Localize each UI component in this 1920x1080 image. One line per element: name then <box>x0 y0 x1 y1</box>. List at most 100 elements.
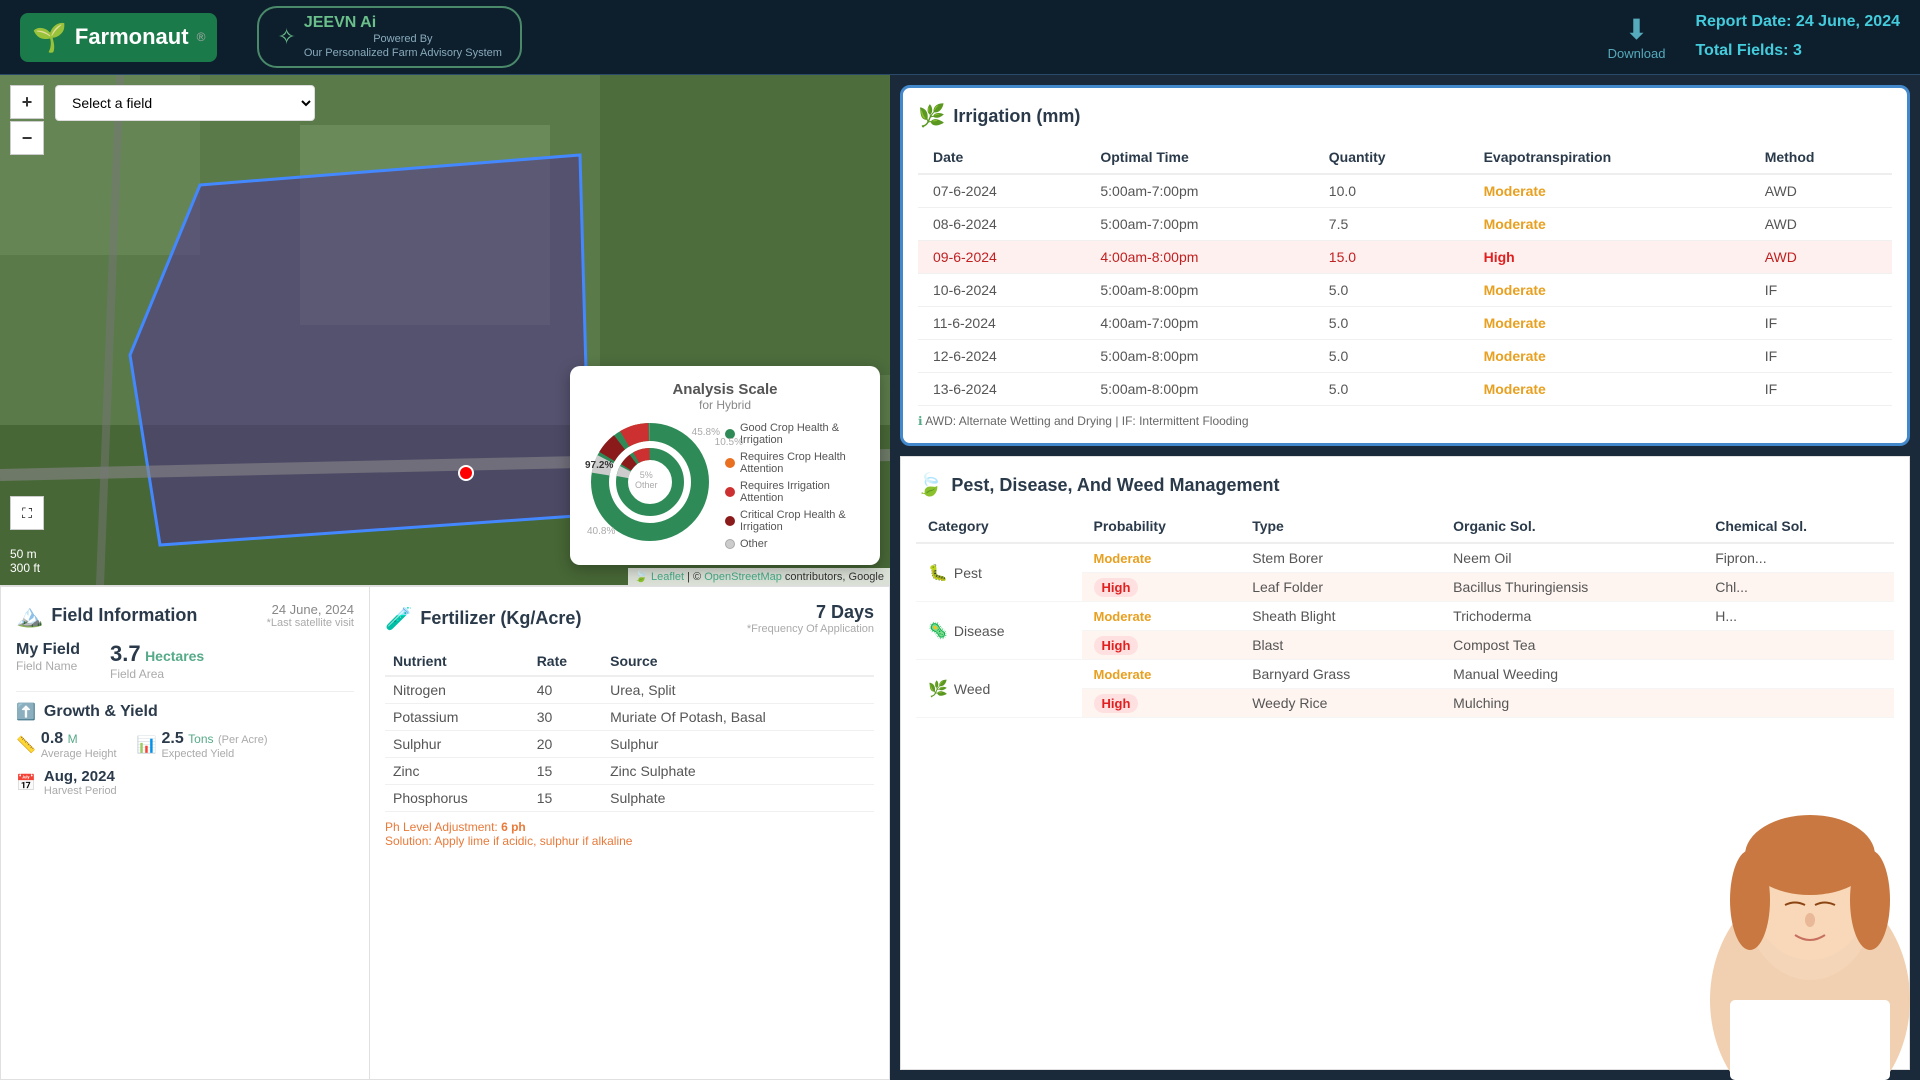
fertilizer-row: Nitrogen 40 Urea, Split <box>385 676 874 704</box>
logo-letter: 🌱 <box>32 21 67 54</box>
pest-organic: Bacillus Thuringiensis <box>1441 573 1703 602</box>
avatar-svg <box>1700 800 1920 1080</box>
map-zoom-controls: + − <box>10 85 44 155</box>
legend-item-0: Good Crop Health & Irrigation <box>725 422 865 446</box>
irrigation-title: Irrigation (mm) <box>953 106 1080 127</box>
leaflet-link[interactable]: Leaflet <box>651 571 684 583</box>
field-name-label: Field Name <box>16 659 80 673</box>
irrig-qty: 5.0 <box>1314 340 1469 373</box>
fertilizer-header-row: Nutrient Rate Source <box>385 647 874 676</box>
irrig-method: AWD <box>1750 241 1892 274</box>
fertilizer-icon: 🧪 <box>385 606 412 632</box>
fertilizer-note: Ph Level Adjustment: 6 ph Solution: Appl… <box>385 820 874 848</box>
field-select-input[interactable]: Select a field <box>55 85 315 121</box>
legend-item-4: Other <box>725 538 865 550</box>
expand-icon[interactable]: ⛶ <box>10 496 44 530</box>
field-name-area: My Field Field Name 3.7 Hectares Field A… <box>16 641 354 681</box>
pct-5-label: 5%Other <box>635 470 658 490</box>
pest-prob: Moderate <box>1082 602 1241 631</box>
irrig-col-method: Method <box>1750 141 1892 174</box>
analysis-legend: Good Crop Health & Irrigation Requires C… <box>725 422 865 550</box>
legend-dot-4 <box>725 539 735 549</box>
pest-prob: Moderate <box>1082 543 1241 573</box>
irrig-date: 12-6-2024 <box>918 340 1085 373</box>
solution-text: Apply lime if acidic, sulphur if alkalin… <box>434 834 632 848</box>
irrig-time: 5:00am-7:00pm <box>1085 208 1313 241</box>
pest-organic: Neem Oil <box>1441 543 1703 573</box>
irrig-col-evap: Evapotranspiration <box>1469 141 1750 174</box>
donut-chart-container: 97.2% 45.8% 40.8% 5%Other 10.5% <box>585 422 715 542</box>
pest-prob: High <box>1082 631 1241 660</box>
fert-rate: 15 <box>529 758 602 785</box>
download-button[interactable]: ⬇ Download <box>1608 13 1666 61</box>
fertilizer-title: Fertilizer (Kg/Acre) <box>420 608 581 629</box>
jeevn-badge: ✧ JEEVN Ai Powered By Our Personalized F… <box>257 6 522 69</box>
irrig-evap: Moderate <box>1469 307 1750 340</box>
fert-col-nutrient: Nutrient <box>385 647 529 676</box>
field-info-header: 🏔️ Field Information 24 June, 2024 *Last… <box>16 602 354 629</box>
field-info-icon: 🏔️ <box>16 603 43 629</box>
map-area: + − Select a field ⛶ 50 m 300 ft 🍃 Leafl… <box>0 75 890 585</box>
expand-button[interactable]: ⛶ <box>10 496 44 530</box>
irrig-method: IF <box>1750 274 1892 307</box>
irrig-col-time: Optimal Time <box>1085 141 1313 174</box>
scale-indicator: 50 m 300 ft <box>10 547 40 575</box>
growth-icon: ⬆️ <box>16 702 36 722</box>
pest-category: 🐛Pest <box>916 543 1082 602</box>
pest-organic: Manual Weeding <box>1441 660 1703 689</box>
report-info: Report Date: 24 June, 2024 Total Fields:… <box>1695 8 1900 66</box>
osm-link[interactable]: OpenStreetMap <box>704 571 782 583</box>
fertilizer-table: Nutrient Rate Source Nitrogen 40 Urea, S… <box>385 647 874 812</box>
solution-label: Solution: <box>385 834 434 848</box>
growth-header: ⬆️ Growth & Yield <box>16 702 354 722</box>
irrig-col-qty: Quantity <box>1314 141 1469 174</box>
irrig-evap: Moderate <box>1469 208 1750 241</box>
irrig-method: AWD <box>1750 174 1892 208</box>
pest-col-chemical: Chemical Sol. <box>1703 510 1894 543</box>
irrigation-body: 07-6-2024 5:00am-7:00pm 10.0 Moderate AW… <box>918 174 1892 406</box>
download-icon: ⬇ <box>1625 13 1648 46</box>
pest-type: Weedy Rice <box>1240 689 1441 718</box>
fert-rate: 20 <box>529 731 602 758</box>
irrig-time: 5:00am-8:00pm <box>1085 373 1313 406</box>
irrig-time: 5:00am-8:00pm <box>1085 340 1313 373</box>
pest-chemical: Fipron... <box>1703 543 1894 573</box>
irrigation-header: 🌿 Irrigation (mm) <box>918 103 1892 129</box>
pest-col-type: Type <box>1240 510 1441 543</box>
legend-item-1: Requires Crop Health Attention <box>725 451 865 475</box>
jeevn-powered: Powered By Our Personalized Farm Advisor… <box>304 32 502 61</box>
fertilizer-row: Potassium 30 Muriate Of Potash, Basal <box>385 704 874 731</box>
irrig-date: 13-6-2024 <box>918 373 1085 406</box>
irrigation-table: Date Optimal Time Quantity Evapotranspir… <box>918 141 1892 406</box>
analysis-subtitle: for Hybrid <box>585 398 865 412</box>
brand-name: Farmonaut <box>75 24 189 50</box>
irrig-evap: High <box>1469 241 1750 274</box>
pest-organic: Mulching <box>1441 689 1703 718</box>
download-label: Download <box>1608 46 1666 61</box>
fert-nutrient: Nitrogen <box>385 676 529 704</box>
pest-chemical <box>1703 689 1894 718</box>
irrigation-row: 08-6-2024 5:00am-7:00pm 7.5 Moderate AWD <box>918 208 1892 241</box>
pest-organic: Compost Tea <box>1441 631 1703 660</box>
irrig-time: 4:00am-7:00pm <box>1085 307 1313 340</box>
legend-dot-1 <box>725 458 735 468</box>
pct-40-label: 40.8% <box>587 526 615 537</box>
growth-stats: 📏 0.8 M Average Height 📊 2.5 Tons (Per A… <box>16 730 354 760</box>
fertilizer-header: 🧪 Fertilizer (Kg/Acre) 7 Days *Frequency… <box>385 602 874 635</box>
scale-300ft: 300 ft <box>10 561 40 575</box>
pest-organic: Trichoderma <box>1441 602 1703 631</box>
legend-item-2: Requires Irrigation Attention <box>725 480 865 504</box>
zoom-in-button[interactable]: + <box>10 85 44 119</box>
pest-body: 🐛Pest Moderate Stem Borer Neem Oil Fipro… <box>916 543 1894 718</box>
app-header: 🌱 Farmonaut® ✧ JEEVN Ai Powered By Our P… <box>0 0 1920 75</box>
field-selector[interactable]: Select a field <box>55 85 315 121</box>
irrig-time: 5:00am-7:00pm <box>1085 174 1313 208</box>
total-fields: 3 <box>1793 42 1802 59</box>
zoom-out-button[interactable]: − <box>10 121 44 155</box>
fert-nutrient: Sulphur <box>385 731 529 758</box>
report-date-label: Report Date: <box>1695 13 1791 30</box>
analysis-title: Analysis Scale <box>585 381 865 398</box>
fert-source: Zinc Sulphate <box>602 758 874 785</box>
pest-chemical: Chl... <box>1703 573 1894 602</box>
irrig-qty: 10.0 <box>1314 174 1469 208</box>
